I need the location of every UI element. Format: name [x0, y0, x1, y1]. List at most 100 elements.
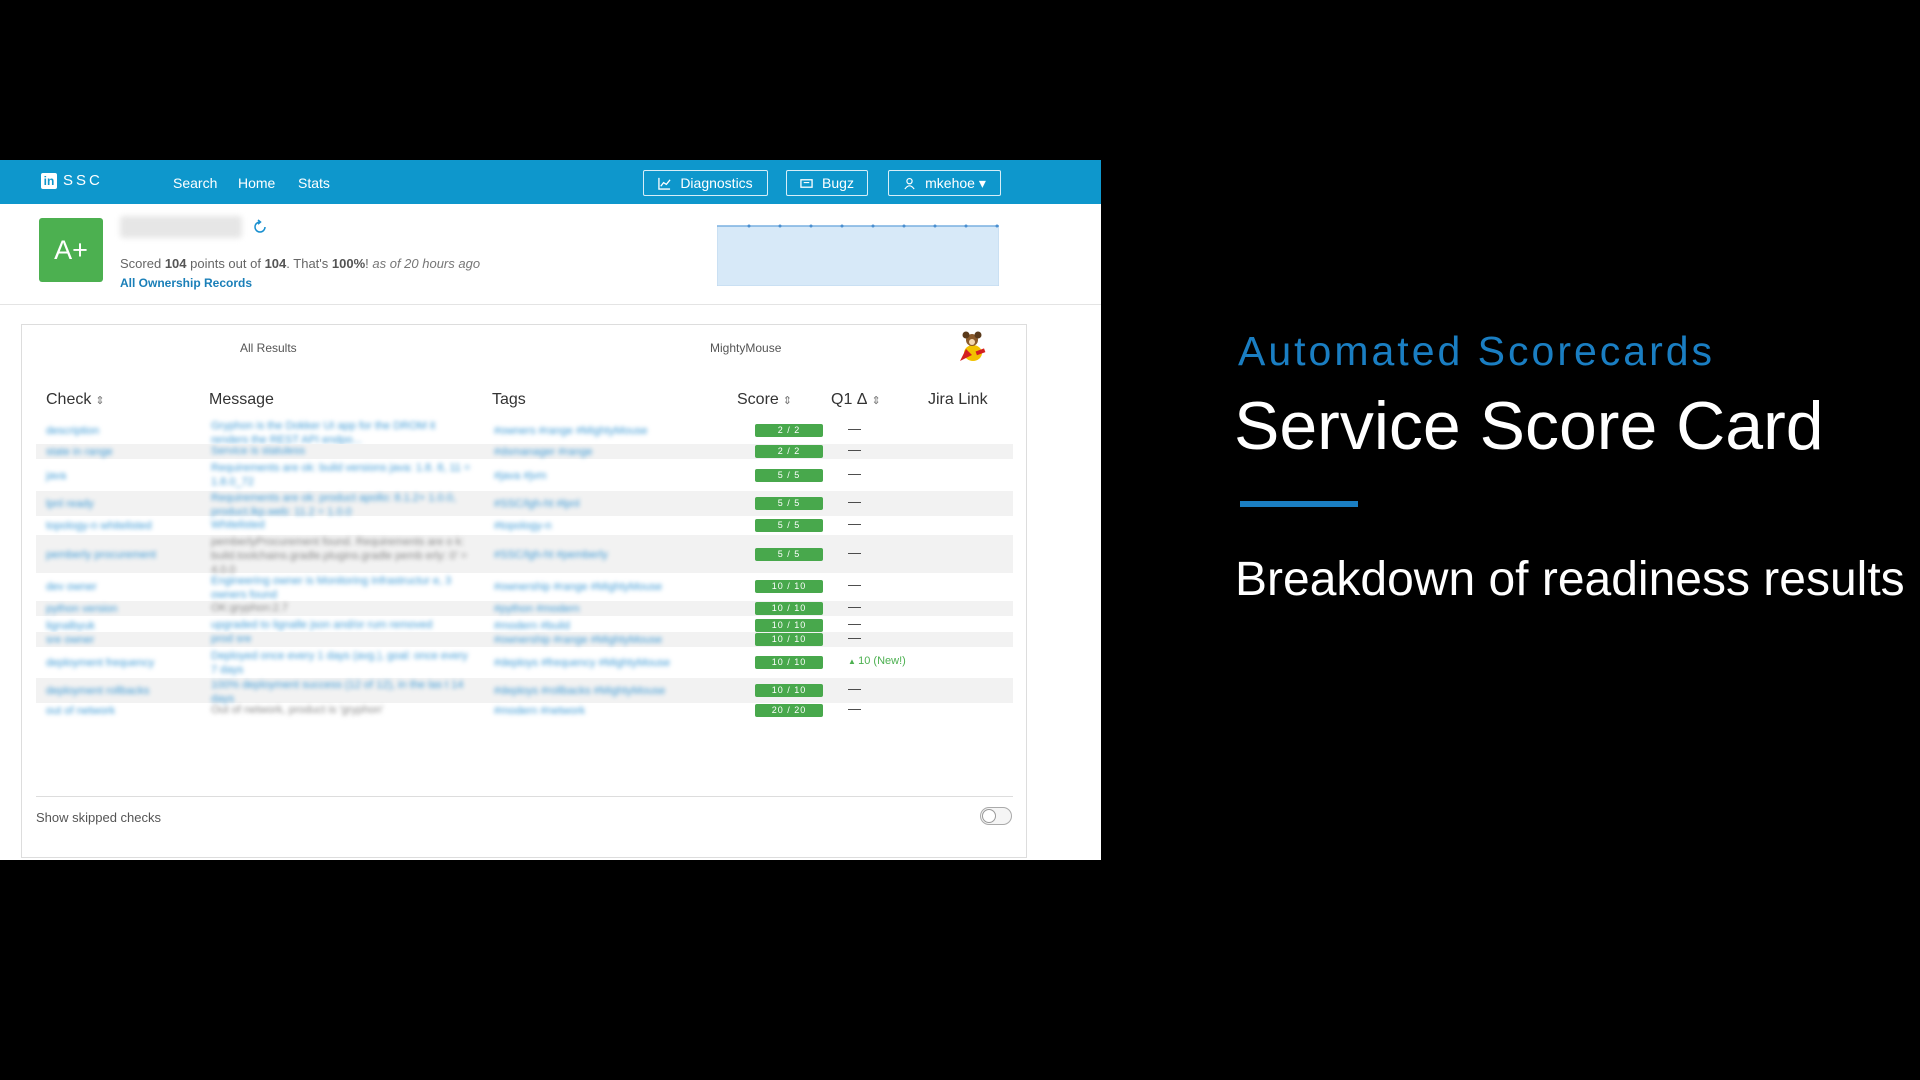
score-badge: 10 / 10: [755, 580, 823, 593]
score-badge: 5 / 5: [755, 548, 823, 561]
check-name-link[interactable]: topology-n whitelisted: [46, 519, 152, 533]
up-arrow-icon: ▲: [848, 657, 859, 666]
check-tags[interactable]: #owners #range #MightyMouse: [494, 424, 694, 438]
score-badge: 20 / 20: [755, 704, 823, 717]
check-message[interactable]: Service is statuless: [211, 444, 471, 458]
check-tags[interactable]: #SSC/lgh-ht #pemberly: [494, 548, 694, 562]
check-tags[interactable]: #ownership #range #MightyMouse: [494, 633, 694, 647]
check-message[interactable]: prod sre: [211, 632, 471, 646]
column-header-q1-delta[interactable]: Q1 Δ ⇕: [831, 391, 881, 409]
q1-delta: —: [848, 577, 861, 592]
check-name-link[interactable]: java: [46, 469, 66, 483]
check-tags[interactable]: #python #modern: [494, 602, 694, 616]
nav-search[interactable]: Search: [173, 175, 217, 191]
check-tags[interactable]: #SSC/lgh-ht #lpnl: [494, 497, 694, 511]
check-tags[interactable]: #java #jvm: [494, 469, 694, 483]
score-badge: 10 / 10: [755, 619, 823, 632]
check-name-link[interactable]: pemberly procurement: [46, 548, 156, 562]
diagnostics-button[interactable]: Diagnostics: [643, 170, 768, 196]
check-tags[interactable]: #modern #build: [494, 619, 694, 633]
table-row: topology-n whitelisted Whitelisted #topolo…: [36, 516, 1013, 533]
check-message[interactable]: Requirements are ok: build versions java…: [211, 461, 471, 489]
linkedin-icon: in: [41, 172, 57, 189]
check-message[interactable]: Engineering owner is Monitoring Infrastr…: [211, 574, 471, 602]
tab-mightymouse[interactable]: MightyMouse: [710, 341, 781, 355]
check-name-link[interactable]: lpnl ready: [46, 497, 94, 511]
check-name-link[interactable]: description: [46, 424, 99, 438]
score-badge: 5 / 5: [755, 519, 823, 532]
user-icon: [904, 177, 915, 189]
score-badge: 10 / 10: [755, 633, 823, 646]
check-name-link[interactable]: python version: [46, 602, 118, 616]
brand[interactable]: in SSC: [41, 172, 103, 189]
score-history-chart: [717, 224, 999, 286]
check-message[interactable]: upgraded to lignalle json and/or rum rem…: [211, 618, 471, 632]
nav-home[interactable]: Home: [238, 175, 275, 191]
table-row: description Gryphon is the Dokker UI app …: [36, 419, 1013, 446]
check-tags[interactable]: #topology-n: [494, 519, 694, 533]
check-message[interactable]: Deployed once every 1 days (avg.), goal:…: [211, 649, 471, 677]
user-menu-label: mkehoe ▾: [925, 174, 986, 191]
check-tags[interactable]: #dsmanager #range: [494, 445, 694, 459]
q1-delta: —: [848, 599, 861, 614]
q1-delta: —: [848, 701, 861, 716]
ownership-records-link[interactable]: All Ownership Records: [120, 276, 252, 290]
check-message: OK:gryphon:2.7: [211, 602, 289, 614]
service-header: A+ Scored 104 points out of 104. That's …: [0, 204, 1101, 305]
bugz-button[interactable]: Bugz: [786, 170, 868, 196]
q1-delta: —: [848, 630, 861, 645]
tab-all-results[interactable]: All Results: [240, 341, 297, 355]
service-name-redacted: [120, 216, 242, 238]
grade-badge: A+: [39, 218, 103, 282]
check-tags[interactable]: #deploys #rollbacks #MightyMouse: [494, 684, 694, 698]
q1-delta: —: [848, 466, 861, 481]
check-tags[interactable]: #modern #network: [494, 704, 694, 718]
score-badge: 10 / 10: [755, 602, 823, 615]
check-tags[interactable]: #ownership #range #MightyMouse: [494, 580, 694, 594]
q1-delta: —: [848, 681, 861, 696]
slide-subtitle: Automated Scorecards: [1238, 328, 1716, 374]
check-message[interactable]: 100% deployment success (12 of 12), in t…: [211, 678, 471, 706]
q1-delta: ▲ 10 (New!): [848, 654, 906, 669]
check-message: pemberlyProcurement found. Requirements …: [211, 536, 468, 576]
check-tags[interactable]: #deploys #frequency #MightyMouse: [494, 656, 694, 670]
check-name-link[interactable]: deployment frequency: [46, 656, 154, 670]
check-message[interactable]: Requirements are ok: product apollo: 8.1…: [211, 491, 471, 519]
mighty-mouse-icon: [960, 331, 986, 361]
bug-ticket-icon: [800, 178, 813, 188]
nav-stats[interactable]: Stats: [298, 175, 330, 191]
score-badge: 10 / 10: [755, 656, 823, 669]
check-message[interactable]: Gryphon is the Dokker UI app for the DRO…: [211, 419, 471, 447]
column-header-jira-link: Jira Link: [928, 391, 988, 408]
table-row: lignalbyuk upgraded to lignalle json and/…: [36, 617, 1013, 633]
check-name-link[interactable]: deployment rollbacks: [46, 684, 149, 698]
show-skipped-toggle[interactable]: [980, 807, 1012, 825]
q1-delta: —: [848, 442, 861, 457]
check-message[interactable]: Whitelisted: [211, 518, 471, 532]
sort-icon: ⇕: [782, 395, 793, 407]
check-name-link[interactable]: out of network: [46, 704, 115, 718]
slide-body: Breakdown of readiness results: [1235, 553, 1905, 606]
q1-delta: —: [848, 516, 861, 531]
table-row: out of network Out of network, product is…: [36, 701, 1013, 718]
chart-icon: [658, 177, 671, 190]
sort-icon: ⇕: [95, 395, 105, 407]
slide-title: Service Score Card: [1234, 388, 1824, 464]
column-header-score[interactable]: Score ⇕: [737, 391, 792, 409]
refresh-icon[interactable]: [252, 219, 268, 235]
check-name-link[interactable]: state in range: [46, 445, 113, 459]
table-row: python version OK:gryphon:2.7 #python #mod…: [36, 599, 1013, 616]
column-header-check[interactable]: Check ⇕: [46, 391, 105, 409]
column-header-message: Message: [209, 391, 274, 408]
check-name-link[interactable]: lignalbyuk: [46, 619, 95, 633]
user-menu-button[interactable]: mkehoe ▾: [888, 170, 1001, 196]
check-message: Out of network, product is 'gryphon': [211, 704, 384, 716]
accent-bar: [1240, 501, 1358, 507]
check-name-link[interactable]: dev owner: [46, 580, 97, 594]
check-name-link[interactable]: sre owner: [46, 633, 94, 647]
bugz-label: Bugz: [822, 175, 854, 191]
ssc-screenshot: in SSC Search Home Stats Diagnostics Bug…: [0, 160, 1101, 860]
column-header-tags: Tags: [492, 391, 526, 408]
q1-delta: —: [848, 545, 861, 560]
q1-delta: —: [848, 421, 861, 436]
